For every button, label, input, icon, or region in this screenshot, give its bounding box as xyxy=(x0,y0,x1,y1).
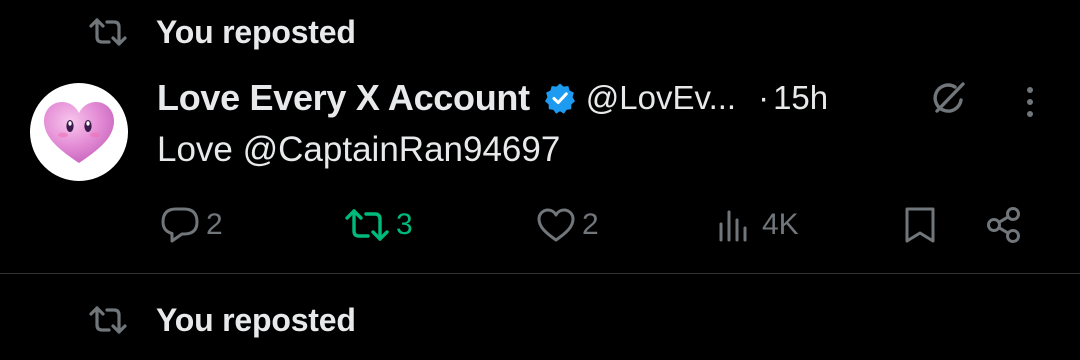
more-icon[interactable] xyxy=(1012,82,1048,122)
views-icon xyxy=(716,208,756,242)
repost-icon xyxy=(88,300,130,340)
handle[interactable]: @LovEv... xyxy=(586,79,736,117)
tweet-header: Love Every X Account @LovEv... · 15h xyxy=(157,74,828,122)
display-name[interactable]: Love Every X Account xyxy=(157,77,530,119)
tweet-divider xyxy=(0,273,1080,274)
share-icon xyxy=(984,205,1024,245)
timeline: You reposted Love Every X Account @LovEv… xyxy=(0,0,1080,360)
repost-count: 3 xyxy=(396,208,413,241)
views-count: 4K xyxy=(762,208,799,241)
bookmark-button[interactable] xyxy=(902,204,938,246)
reply-button[interactable]: 2 xyxy=(160,204,223,246)
avatar[interactable] xyxy=(30,83,128,181)
grok-icon[interactable] xyxy=(928,78,968,118)
reply-icon xyxy=(160,206,200,244)
views-button[interactable]: 4K xyxy=(716,204,799,246)
separator-dot: · xyxy=(758,79,770,116)
bookmark-icon xyxy=(902,205,938,245)
timestamp[interactable]: 15h xyxy=(773,79,828,117)
repost-banner-text: You reposted xyxy=(156,13,356,50)
repost-icon xyxy=(88,12,130,52)
tweet-text: Love @CaptainRan94697 xyxy=(157,130,561,169)
reply-count: 2 xyxy=(206,208,223,241)
share-button[interactable] xyxy=(984,204,1024,246)
avatar-heart-icon xyxy=(44,102,114,163)
repost-banner[interactable]: You reposted xyxy=(88,12,356,52)
repost-icon xyxy=(344,207,390,243)
like-button[interactable]: 2 xyxy=(536,204,599,246)
like-icon xyxy=(536,207,576,243)
repost-button[interactable]: 3 xyxy=(344,204,413,246)
repost-banner-text: You reposted xyxy=(156,301,356,338)
next-repost-banner[interactable]: You reposted xyxy=(88,300,356,340)
like-count: 2 xyxy=(582,208,599,241)
verified-badge-icon[interactable] xyxy=(544,82,576,114)
